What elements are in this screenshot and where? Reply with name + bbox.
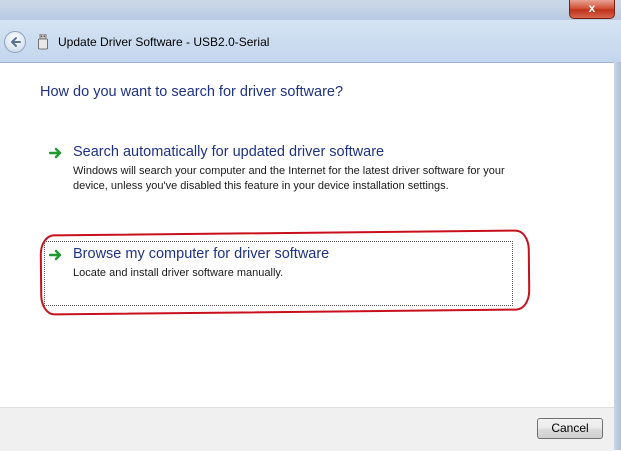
close-button[interactable]: x: [569, 0, 615, 19]
red-highlight-annotation: [39, 229, 531, 316]
option-search-automatically-description: Windows will search your computer and th…: [73, 165, 505, 192]
usb-device-icon: [38, 34, 48, 50]
cancel-button[interactable]: Cancel: [537, 418, 603, 439]
option-search-automatically[interactable]: Search automatically for updated driver …: [73, 144, 384, 160]
window-title-bar: [0, 0, 621, 63]
back-button[interactable]: [4, 31, 26, 53]
window-right-border: [614, 62, 621, 450]
page-heading: How do you want to search for driver sof…: [40, 84, 344, 100]
dialog-footer: [0, 407, 614, 451]
window-title: Update Driver Software - USB2.0-Serial: [58, 35, 270, 49]
background-window-strip: [0, 0, 621, 20]
green-right-arrow-icon: [49, 147, 62, 159]
back-arrow-icon: [11, 37, 21, 47]
